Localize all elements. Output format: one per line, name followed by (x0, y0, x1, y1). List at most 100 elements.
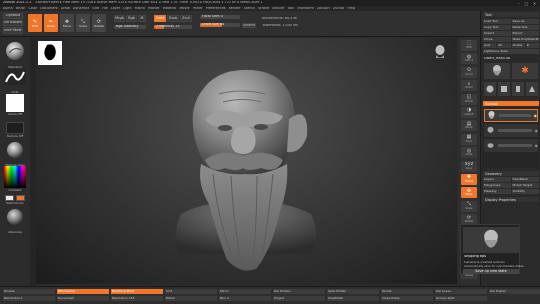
layers-button[interactable]: Layers (483, 177, 511, 182)
menu-item-tool[interactable]: Tool (287, 7, 294, 10)
menu-item-layer[interactable]: Layer (111, 7, 120, 10)
menu-item-help[interactable]: Help (347, 7, 355, 10)
menu-item-picker[interactable]: Picker (193, 7, 203, 10)
geometry-dynamesh-button[interactable]: Dynamesh (57, 296, 109, 301)
view-button-zoom[interactable]: ⌕ Zoom (461, 80, 477, 92)
draw-button[interactable]: ✏ Draw (44, 14, 58, 32)
menu-item-render[interactable]: Render (229, 7, 241, 10)
tool-thumb-sphere[interactable] (484, 82, 496, 96)
alternate-material[interactable]: Alternate (3, 208, 27, 234)
m-button[interactable]: M (138, 15, 146, 22)
lightbox-button[interactable]: LightBox (3, 13, 23, 19)
view-button-scale[interactable]: ⤡ Scale (461, 200, 477, 212)
geometry-claypolish-button[interactable]: ClayPolish (327, 296, 379, 301)
clone-button[interactable]: Clone (483, 37, 511, 42)
close-button[interactable]: ✕ (532, 1, 537, 6)
menu-item-movie[interactable]: Movie (179, 7, 189, 10)
menu-item-zscript[interactable]: Zscript (333, 7, 345, 10)
menu-item-edit[interactable]: Edit (92, 7, 99, 10)
goz-visible-button[interactable]: Visible (511, 43, 525, 48)
menu-item-marker[interactable]: Marker (148, 7, 160, 10)
color-square[interactable] (4, 166, 26, 188)
geometry-del-lower-button[interactable]: Del Lower (435, 289, 487, 294)
menu-item-stencil[interactable]: Stencil (244, 7, 255, 10)
geometry-del-hidden-button[interactable]: Del Hidden (273, 289, 325, 294)
menu-item-file[interactable]: File (102, 7, 108, 10)
view-button-local[interactable]: ◎ Local (461, 147, 477, 159)
eye-icon[interactable]: ◉ (535, 143, 539, 148)
geometry-header[interactable]: Geometry (483, 171, 539, 176)
color-picker[interactable]: Gradient (3, 166, 27, 192)
view-button-actual[interactable]: ◱ Actual (461, 93, 477, 105)
eye-icon[interactable]: ◉ (534, 113, 538, 118)
geometry-smt-button[interactable]: Smt (165, 289, 217, 294)
geometry-groups-split-button[interactable]: Groups Split (435, 296, 487, 301)
rotate-button[interactable]: ⟳ Rotate (92, 14, 106, 32)
save-as-button[interactable]: Save As (511, 19, 539, 24)
zcut-button[interactable]: Zcut (180, 15, 192, 22)
subtool-header[interactable]: Subtool (483, 101, 539, 106)
orientation-head-icon[interactable] (434, 44, 446, 60)
menu-item-stroke[interactable]: Stroke (258, 7, 269, 10)
import-button[interactable]: Import (483, 31, 511, 36)
menu-item-texture[interactable]: Texture (272, 7, 284, 10)
geometry-divide-button[interactable]: Divide (381, 289, 433, 294)
geometry-project-button[interactable]: Project (273, 296, 325, 301)
export-button[interactable]: Export (511, 31, 539, 36)
view-button-floor[interactable]: ▦ Floor (461, 133, 477, 145)
menu-item-brush[interactable]: Brush (16, 7, 26, 10)
view-button-spix-3[interactable]: ◍ SPix 3 (461, 53, 477, 65)
goz-all-button[interactable]: All (497, 43, 511, 48)
quick-sketch-button[interactable]: Quick Sketch (3, 27, 23, 34)
subtool-row[interactable]: ◉ (484, 124, 538, 137)
minimize-button[interactable]: – (516, 1, 521, 6)
geometry-double-button[interactable]: Double (3, 289, 55, 294)
canvas-viewport[interactable] (36, 38, 457, 284)
move-button[interactable]: ✥ Move (60, 14, 74, 32)
scale-button[interactable]: ⤡ Scale (76, 14, 90, 32)
view-button-move[interactable]: ✣ Move (461, 187, 477, 199)
mrgb-button[interactable]: Mrgb (114, 15, 125, 22)
dynamic-button[interactable]: Dynamic (242, 23, 256, 28)
focal-shift-slider[interactable]: Focal Shift 0 (200, 15, 240, 19)
view-button-bpr[interactable]: ⬚ BPR (461, 40, 477, 51)
menu-item-light[interactable]: Light (123, 7, 131, 10)
tool-thumb-cylinder[interactable] (512, 82, 524, 96)
menu-item-document[interactable]: Document (40, 7, 58, 10)
geometry-close-holes-button[interactable]: Close Holes (381, 296, 433, 301)
main-color-swatch[interactable] (5, 195, 14, 201)
morph-target-button[interactable]: Morph Target (511, 183, 539, 188)
tool-thumb-cube[interactable] (498, 82, 510, 96)
maximize-button[interactable]: □ (524, 1, 529, 6)
color-swatches[interactable]: SwitchColor (3, 195, 27, 205)
menu-item-transform[interactable]: Transform (297, 7, 314, 10)
paste-tool-button[interactable]: Paste Tool (511, 25, 539, 30)
z-intensity-slider[interactable]: Z Intensity 25 (154, 25, 192, 29)
geometry-polish-button[interactable]: Polish (165, 296, 217, 301)
geometry-resolution-128-button[interactable]: Resolution 128 (111, 296, 163, 301)
navigator-thumbnail[interactable] (38, 41, 62, 65)
subtool-row[interactable]: ◉ (484, 139, 538, 152)
visibility-button[interactable]: Visibility (511, 189, 539, 194)
rgb-button[interactable]: Rgb (126, 15, 137, 22)
geometry-backface-mask-button[interactable]: Backface Mask (111, 289, 163, 294)
tool-thumb-simplebrush[interactable]: ✱ (512, 63, 538, 79)
geometry-mirror-button[interactable]: Mirror (219, 289, 271, 294)
lightbox-tools-button[interactable]: Lightbox ▸ Tools (483, 49, 539, 54)
menu-item-preferences[interactable]: Preferences (206, 7, 226, 10)
menu-item-dynamics[interactable]: Dynamics (73, 7, 90, 10)
view-button-gxyz[interactable]: xyz Gxyz (461, 160, 477, 172)
menu-item-draw[interactable]: Draw (61, 7, 70, 10)
draw-size-slider[interactable]: Draw Size 64 (200, 23, 240, 27)
brush-selector[interactable]: Standard (3, 41, 27, 69)
display-properties-header[interactable]: Display Properties (483, 197, 539, 202)
make-polymesh-button[interactable]: Make PolyMesh3D (511, 37, 539, 42)
geometry-split-hidden-button[interactable]: Split Hidden (327, 289, 379, 294)
tool-thumb-dwarf[interactable] (484, 63, 510, 79)
goz-r-button[interactable]: R (525, 43, 539, 48)
view-button-scroll[interactable]: ⊙ Scroll (461, 66, 477, 78)
popup-action-button[interactable]: Save up new state (463, 269, 519, 274)
eye-icon[interactable]: ◉ (535, 128, 539, 133)
texture-selector[interactable]: Texture Off (3, 122, 27, 138)
geometry-del-higher-button[interactable]: Del Higher (489, 289, 540, 294)
